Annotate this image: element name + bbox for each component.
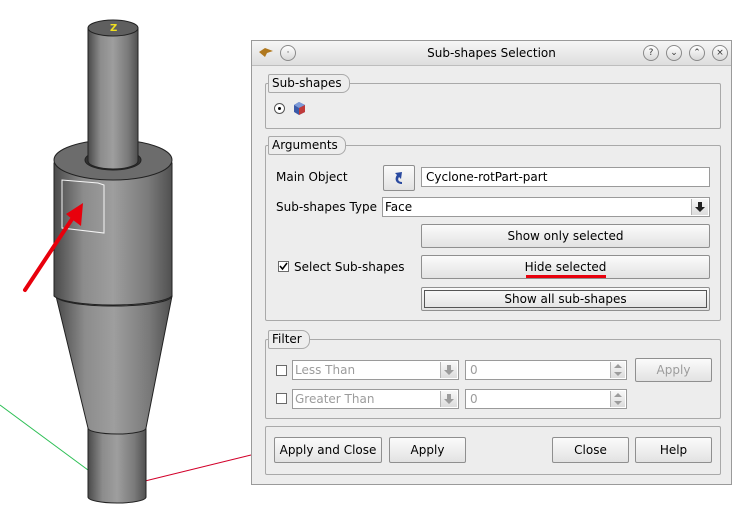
subshape-type-value: Face xyxy=(385,200,413,214)
close-icon[interactable]: × xyxy=(712,45,728,61)
footer-button-bar: Apply and Close Apply Close Help xyxy=(265,426,721,475)
spinbox-arrows-icon[interactable] xyxy=(610,362,625,378)
greater-than-combo[interactable]: Greater Than xyxy=(292,389,459,409)
shape-cube-icon xyxy=(291,100,307,119)
subshape-radio[interactable] xyxy=(274,103,285,114)
cyclone-bottom-cylinder xyxy=(87,424,147,504)
dialog-titlebar[interactable]: · Sub-shapes Selection ? ⌄ ⌃ × xyxy=(252,41,731,66)
filter-group: Filter Less Than 0 Apply Greater Than 0 xyxy=(265,330,721,419)
less-than-label: Less Than xyxy=(295,363,356,377)
dialog-title: Sub-shapes Selection xyxy=(427,46,556,60)
greater-than-checkbox[interactable] xyxy=(276,393,287,404)
greater-than-value-field[interactable]: 0 xyxy=(465,389,627,409)
less-than-value: 0 xyxy=(470,363,478,377)
less-than-combo[interactable]: Less Than xyxy=(292,360,459,380)
show-all-subshapes-button[interactable]: Show all sub-shapes xyxy=(421,287,710,311)
annotation-underline xyxy=(526,275,606,278)
dropdown-arrow-icon[interactable] xyxy=(440,362,457,378)
filter-apply-button[interactable]: Apply xyxy=(635,358,712,382)
greater-than-label: Greater Than xyxy=(295,392,375,406)
dropdown-arrow-icon[interactable] xyxy=(440,391,457,407)
hide-selected-label: Hide selected xyxy=(524,260,607,274)
close-button[interactable]: Close xyxy=(552,437,629,463)
help-button[interactable]: Help xyxy=(635,437,712,463)
z-axis-label: Z xyxy=(110,23,117,34)
subshapes-group: Sub-shapes xyxy=(265,74,721,129)
main-object-label: Main Object xyxy=(276,170,348,184)
maximize-icon[interactable]: ⌃ xyxy=(689,45,705,61)
apply-button[interactable]: Apply xyxy=(389,437,466,463)
greater-than-value: 0 xyxy=(470,392,478,406)
show-all-subshapes-label: Show all sub-shapes xyxy=(504,292,627,306)
less-than-value-field[interactable]: 0 xyxy=(465,360,627,380)
arguments-group: Arguments Main Object Cyclone-rotPart-pa… xyxy=(265,136,721,321)
cyclone-top-pipe xyxy=(87,27,139,170)
subshape-type-combo[interactable]: Face xyxy=(382,197,710,217)
main-object-select-button[interactable] xyxy=(383,165,415,191)
spinbox-arrows-icon[interactable] xyxy=(610,391,625,407)
subshape-type-label: Sub-shapes Type xyxy=(276,200,378,214)
dropdown-arrow-icon[interactable] xyxy=(691,199,708,215)
apply-and-close-button[interactable]: Apply and Close xyxy=(274,437,382,463)
arguments-group-title: Arguments xyxy=(268,136,346,155)
help-icon[interactable]: ? xyxy=(643,45,659,61)
show-all-subshapes-focus: Show all sub-shapes xyxy=(424,290,707,308)
subshapes-selection-dialog[interactable]: · Sub-shapes Selection ? ⌄ ⌃ × Sub-shape… xyxy=(251,40,732,485)
y-axis-line xyxy=(0,404,89,471)
filter-group-title: Filter xyxy=(268,330,310,349)
main-object-field[interactable]: Cyclone-rotPart-part xyxy=(421,167,710,187)
minimize-icon[interactable]: ⌄ xyxy=(666,45,682,61)
show-only-selected-button[interactable]: Show only selected xyxy=(421,224,710,248)
curved-arrow-icon xyxy=(395,172,402,184)
x-axis-line xyxy=(144,454,252,482)
select-subshapes-label: Select Sub-shapes xyxy=(294,260,405,274)
less-than-checkbox[interactable] xyxy=(276,365,287,376)
cyclone-body xyxy=(53,162,173,306)
select-subshapes-checkbox[interactable] xyxy=(278,261,289,272)
subshapes-group-title: Sub-shapes xyxy=(268,74,350,93)
cyclone-cone xyxy=(55,295,173,435)
